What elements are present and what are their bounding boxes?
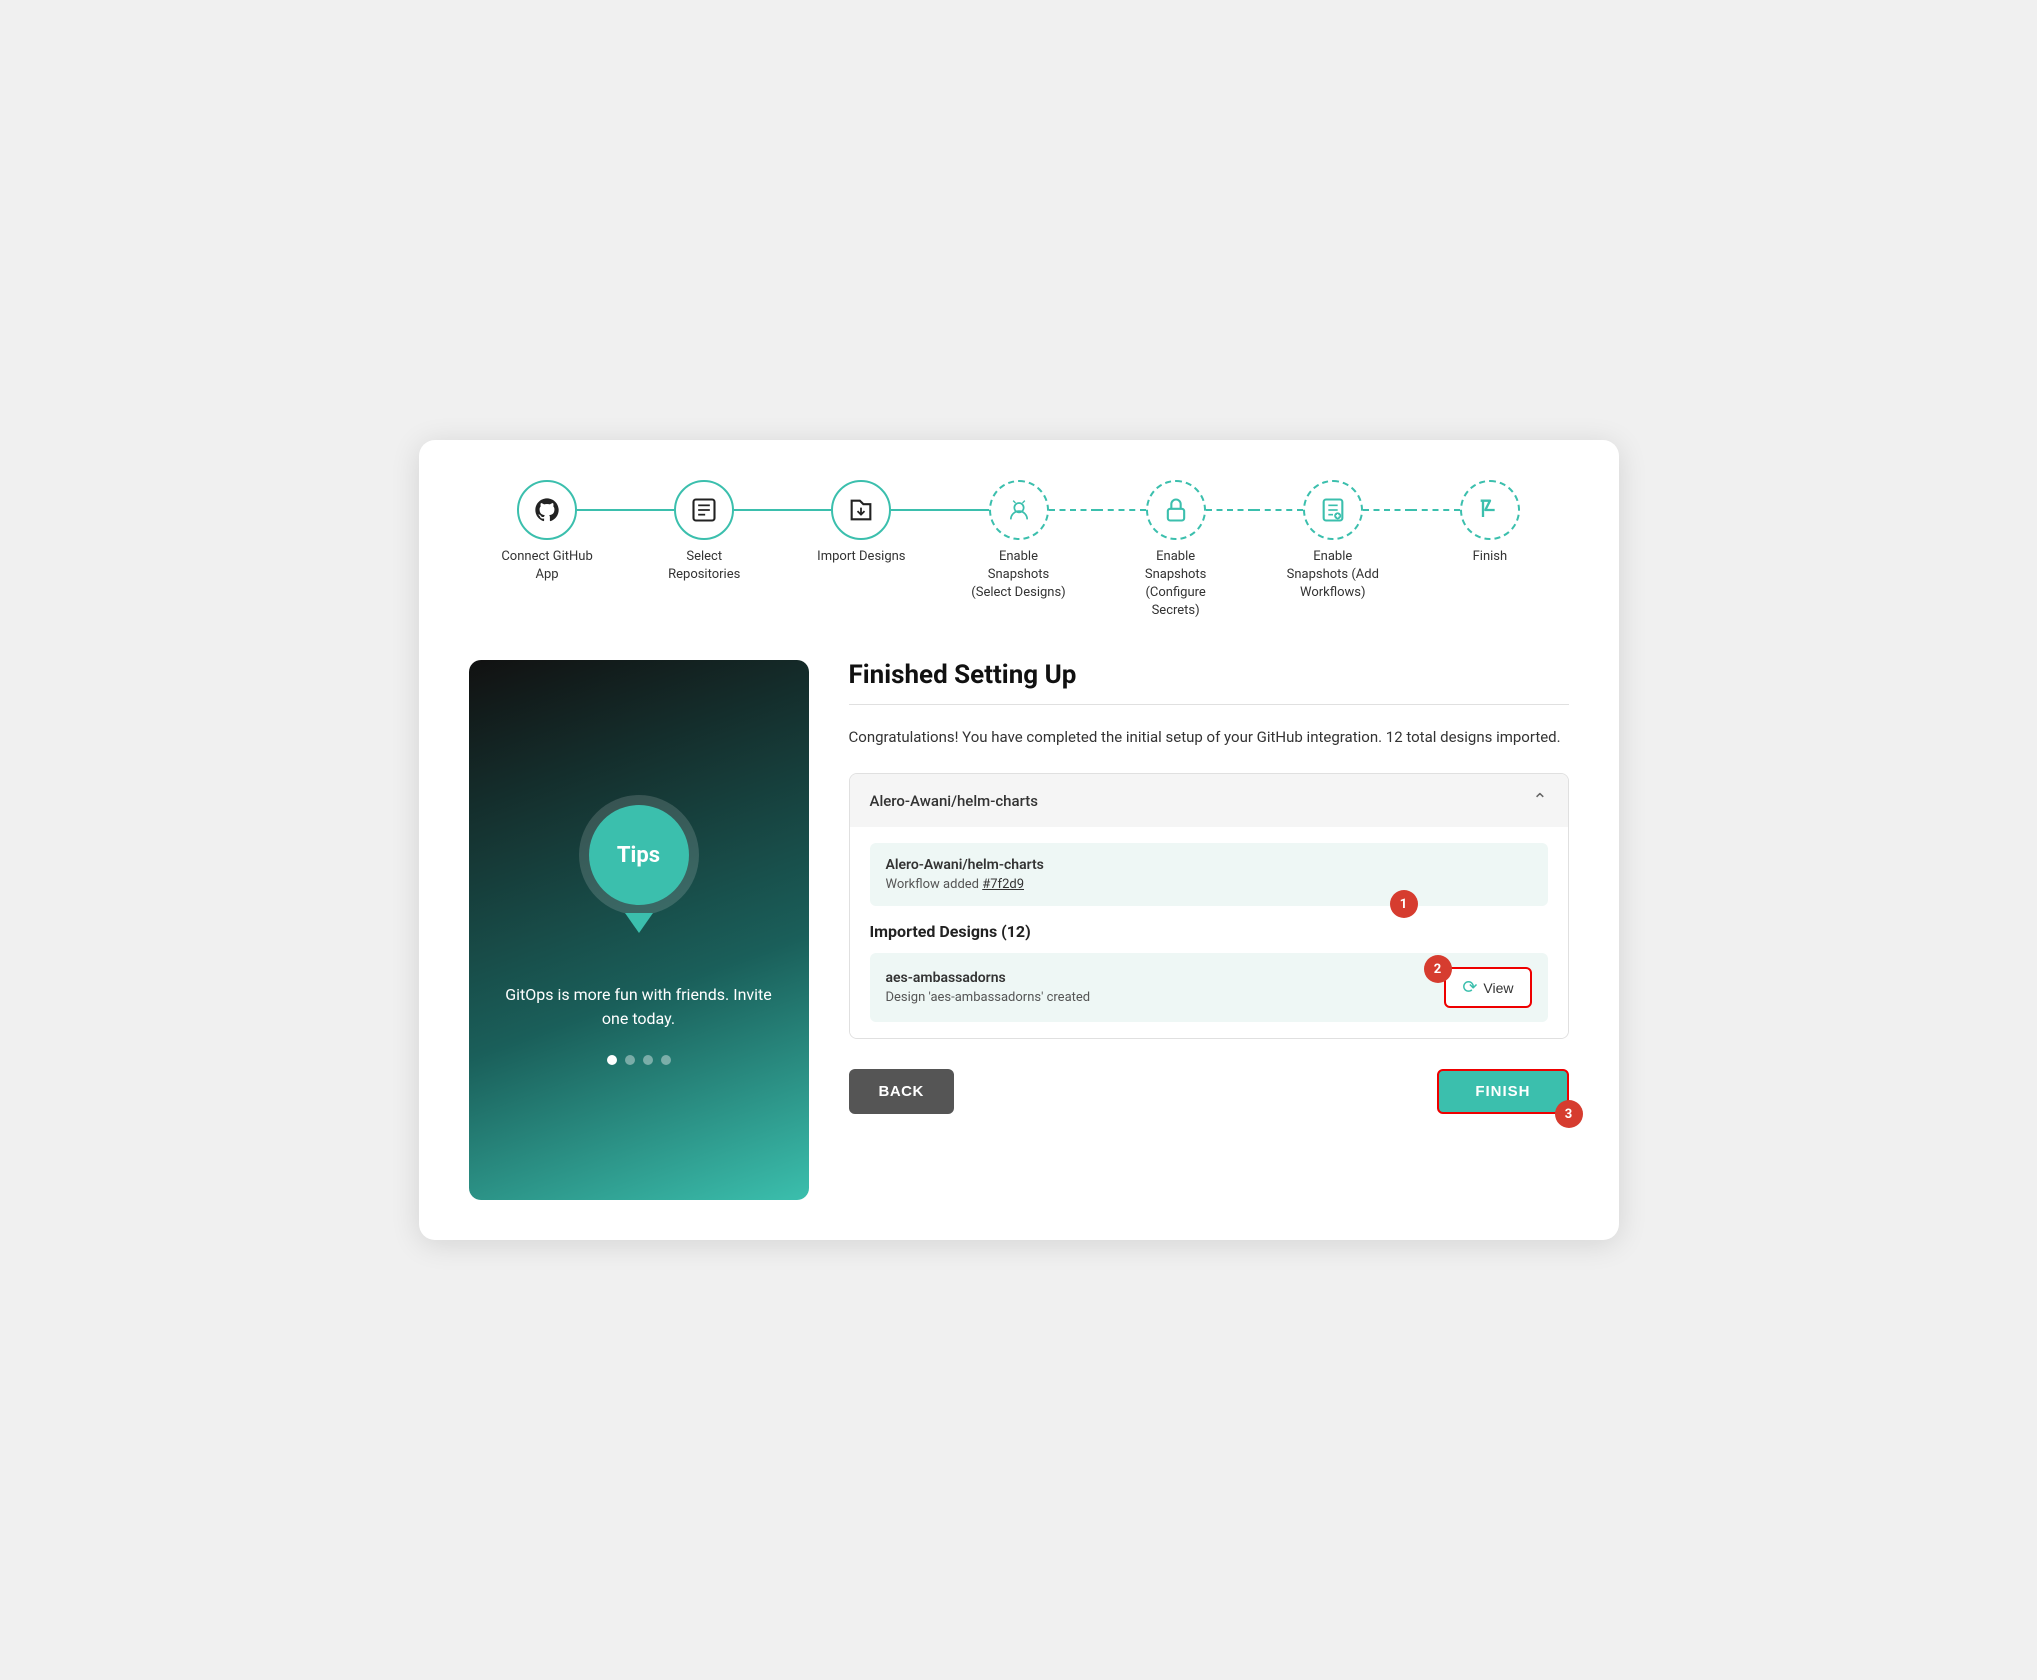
imported-section: Imported Designs (12) aes-ambassadorns D… — [870, 922, 1548, 1022]
view-btn-wrap: ⟳ View 2 — [1444, 967, 1531, 1008]
tips-card: Tips GitOps is more fun with friends. In… — [469, 660, 809, 1200]
main-content: Tips GitOps is more fun with friends. In… — [469, 660, 1569, 1200]
badge-2: 2 — [1424, 955, 1452, 983]
tips-title: Tips — [617, 843, 660, 868]
congrats-text: Congratulations! You have completed the … — [849, 725, 1569, 749]
finish-button[interactable]: FINISH — [1437, 1069, 1568, 1114]
accordion-body: Alero-Awani/helm-charts Workflow added #… — [850, 827, 1568, 1038]
step-label-enable-snapshots-select: EnableSnapshots(Select Designs) — [971, 548, 1065, 603]
step-label-select-repos: SelectRepositories — [668, 548, 740, 584]
step-icon-enable-snapshots-select — [989, 480, 1049, 540]
step-finish: Finish — [1411, 480, 1568, 566]
tips-icon-wrap: Tips — [579, 795, 699, 933]
tips-circle-inner: Tips — [589, 805, 689, 905]
workflow-link[interactable]: #7f2d9 — [982, 877, 1024, 892]
step-icon-enable-snapshots-add — [1303, 480, 1363, 540]
tips-circle-outer: Tips — [579, 795, 699, 915]
tips-dot-3 — [643, 1055, 653, 1065]
step-icon-enable-snapshots-configure — [1146, 480, 1206, 540]
workflow-info: Workflow added #7f2d9 — [886, 877, 1532, 892]
divider — [849, 704, 1569, 705]
step-icon-connect-github — [517, 480, 577, 540]
step-icon-finish — [1460, 480, 1520, 540]
step-label-connect-github: Connect GitHub App — [492, 548, 602, 584]
tips-text: GitOps is more fun with friends. Invite … — [499, 983, 779, 1031]
imported-section-label: Imported Designs (12) — [870, 922, 1548, 941]
design-card-info: aes-ambassadorns Design 'aes-ambassadorn… — [886, 970, 1091, 1005]
finish-btn-wrap: FINISH 3 — [1437, 1069, 1568, 1114]
step-icon-import-designs — [831, 480, 891, 540]
badge-1: 1 — [1390, 890, 1418, 918]
modal-container: Connect GitHub App SelectRepositories — [419, 440, 1619, 1241]
tips-dot-4 — [661, 1055, 671, 1065]
step-enable-snapshots-add: EnableSnapshots (AddWorkflows) — [1254, 480, 1411, 603]
design-status: Design 'aes-ambassadorns' created — [886, 990, 1091, 1005]
chevron-up-icon: ⌃ — [1532, 790, 1547, 811]
step-label-import-designs: Import Designs — [817, 548, 905, 566]
design-card: aes-ambassadorns Design 'aes-ambassadorn… — [870, 953, 1548, 1022]
accordion-header[interactable]: Alero-Awani/helm-charts ⌃ — [850, 774, 1568, 827]
page-heading: Finished Setting Up — [849, 660, 1569, 690]
step-select-repos: SelectRepositories — [626, 480, 783, 584]
step-import-designs: Import Designs — [783, 480, 940, 566]
view-button[interactable]: ⟳ View — [1444, 967, 1531, 1008]
badge-3: 3 — [1555, 1100, 1583, 1128]
step-icon-select-repos — [674, 480, 734, 540]
workflow-repo-name: Alero-Awani/helm-charts — [886, 857, 1532, 873]
footer-buttons: BACK FINISH 3 — [849, 1069, 1569, 1114]
tips-pointer — [625, 913, 653, 933]
back-button[interactable]: BACK — [849, 1069, 954, 1114]
stepper: Connect GitHub App SelectRepositories — [469, 480, 1569, 621]
design-name: aes-ambassadorns — [886, 970, 1091, 986]
step-enable-snapshots-configure: EnableSnapshots(ConfigureSecrets) — [1097, 480, 1254, 621]
step-label-enable-snapshots-add: EnableSnapshots (AddWorkflows) — [1287, 548, 1379, 603]
right-panel: Finished Setting Up Congratulations! You… — [849, 660, 1569, 1114]
step-label-enable-snapshots-configure: EnableSnapshots(ConfigureSecrets) — [1145, 548, 1207, 621]
view-label: View — [1483, 980, 1513, 996]
accordion-repo-label: Alero-Awani/helm-charts — [870, 792, 1038, 810]
step-enable-snapshots-select: EnableSnapshots(Select Designs) — [940, 480, 1097, 603]
tips-dots — [607, 1055, 671, 1065]
tips-dot-1 — [607, 1055, 617, 1065]
step-label-finish: Finish — [1473, 548, 1508, 566]
workflow-card: Alero-Awani/helm-charts Workflow added #… — [870, 843, 1548, 906]
accordion: Alero-Awani/helm-charts ⌃ Alero-Awani/he… — [849, 773, 1569, 1039]
tips-dot-2 — [625, 1055, 635, 1065]
spin-icon: ⟳ — [1462, 977, 1477, 998]
step-connect-github: Connect GitHub App — [469, 480, 626, 584]
